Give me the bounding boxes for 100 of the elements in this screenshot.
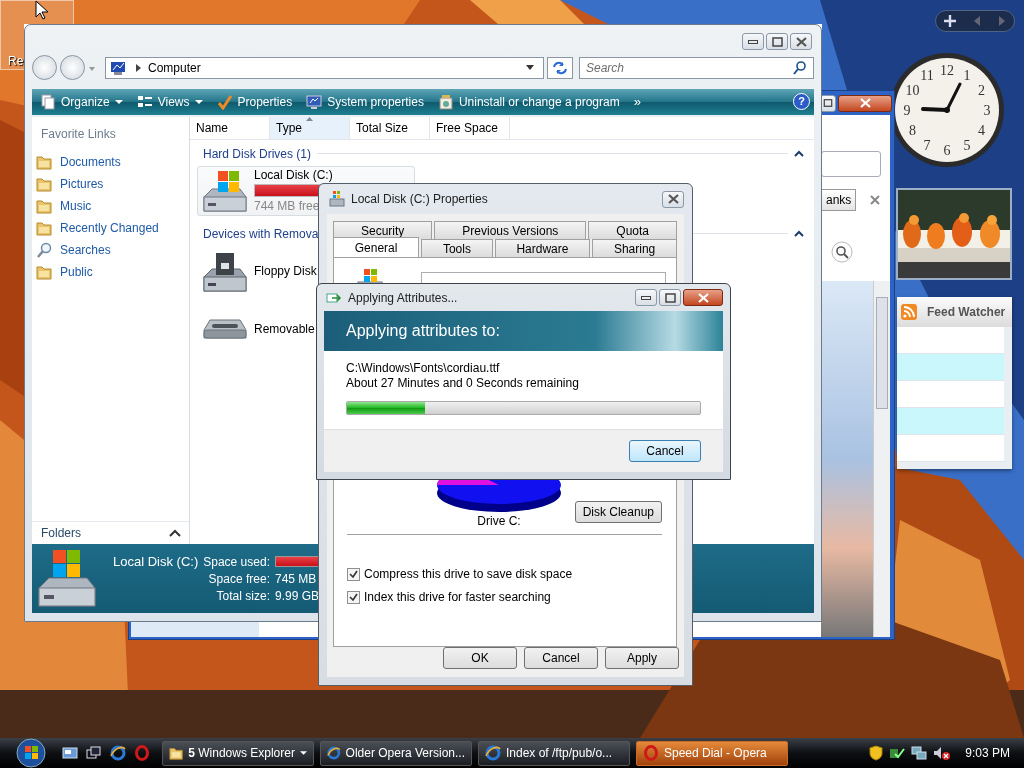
- minimize-button[interactable]: [742, 33, 764, 50]
- checkbox-label: Index this drive for faster searching: [364, 590, 551, 604]
- favorite-link[interactable]: Searches: [32, 238, 189, 261]
- box-icon: [437, 93, 454, 110]
- search-icon[interactable]: [793, 60, 807, 75]
- close-button[interactable]: [790, 33, 812, 50]
- computer-icon: [110, 59, 128, 76]
- tab[interactable]: Previous Versions: [434, 221, 587, 239]
- toolbar-button[interactable]: System properties: [302, 91, 428, 112]
- tab[interactable]: Tools: [421, 239, 493, 257]
- more-button[interactable]: »: [629, 94, 645, 110]
- check-icon: [216, 93, 233, 110]
- favorite-link[interactable]: Music: [32, 194, 189, 217]
- help-button[interactable]: ?: [793, 93, 810, 111]
- caret-icon[interactable]: [525, 63, 535, 72]
- taskbar-button[interactable]: Speed Dial - Opera: [636, 740, 788, 766]
- folder-icon: [169, 745, 184, 761]
- maximize-button[interactable]: [659, 289, 681, 306]
- hard-drive-icon: [35, 547, 99, 610]
- free-space-text: 744 MB free: [254, 199, 320, 214]
- tab[interactable]: General: [333, 237, 420, 257]
- checkbox-label: Compress this drive to save disk space: [364, 567, 573, 581]
- check-icon: [349, 592, 358, 602]
- browser-icon: [485, 745, 501, 761]
- toolbar-button[interactable]: Uninstall or change a program: [433, 91, 624, 112]
- views-icon: [136, 93, 153, 110]
- group-heading: Hard Disk Drives (1): [203, 146, 311, 161]
- close-button[interactable]: [662, 190, 684, 208]
- folder-icon: [36, 219, 52, 236]
- refresh-button[interactable]: [547, 56, 573, 79]
- dialog-button[interactable]: Cancel: [524, 647, 598, 669]
- minimize-button[interactable]: [635, 289, 657, 306]
- browser-icon[interactable]: [110, 745, 126, 761]
- drive-name: Local Disk (C:): [254, 168, 333, 183]
- pages-icon: [40, 93, 56, 110]
- drive-name: Local Disk (C:): [113, 554, 199, 570]
- sort-arrow-icon: [306, 116, 313, 121]
- tab[interactable]: Quota: [588, 221, 677, 239]
- show-desktop-icon[interactable]: [62, 745, 78, 761]
- favorite-link[interactable]: Recently Changed: [32, 216, 189, 239]
- disk-cleanup-button[interactable]: Disk Cleanup: [574, 501, 662, 523]
- clock-time: 9:03 PM: [965, 746, 1010, 760]
- toolbar-button[interactable]: Views: [132, 91, 207, 112]
- network-icon[interactable]: [911, 745, 928, 761]
- search-field[interactable]: Search: [579, 56, 814, 79]
- dialog-button[interactable]: Apply: [605, 647, 679, 669]
- monitor-icon: [306, 93, 323, 110]
- address-text: Computer: [148, 60, 202, 75]
- toolbar-button[interactable]: Properties: [212, 91, 297, 112]
- search-icon: [36, 241, 52, 258]
- chevron-icon[interactable]: [794, 230, 804, 238]
- browser-icon: [643, 745, 659, 761]
- drive-icon: [329, 191, 345, 207]
- favorite-link[interactable]: Public: [32, 260, 189, 283]
- minimize-icon: [641, 295, 651, 300]
- column-header[interactable]: Free Space: [430, 116, 510, 139]
- drive-name: Removable: [254, 321, 315, 336]
- checkbox[interactable]: [347, 590, 360, 604]
- taskbar-button[interactable]: Index of /ftp/pub/o...: [478, 740, 630, 766]
- folder-icon: [36, 197, 52, 214]
- field-value: 745 MB: [274, 572, 317, 587]
- taskbar-button[interactable]: Older Opera Version...: [320, 740, 472, 766]
- dialog-button[interactable]: OK: [443, 647, 517, 669]
- toolbar-button[interactable]: Organize: [36, 91, 127, 112]
- minimize-icon: [748, 39, 758, 44]
- favorite-link[interactable]: Pictures: [32, 172, 189, 195]
- address-field[interactable]: Computer: [105, 56, 544, 79]
- drive-name: Floppy Disk: [254, 263, 317, 278]
- maximize-button[interactable]: [766, 33, 788, 50]
- taskbar-button[interactable]: 5 Windows Explorer: [162, 740, 314, 766]
- dialog-title: Applying Attributes...: [348, 290, 459, 305]
- cancel-button[interactable]: Cancel: [629, 440, 701, 462]
- tab[interactable]: Security: [333, 221, 433, 239]
- folder-icon: [36, 153, 52, 170]
- breadcrumb-arrow-icon: [134, 62, 142, 73]
- field-label: Space free:: [208, 572, 270, 587]
- switch-windows-icon[interactable]: [86, 745, 102, 761]
- drive-label: Drive C:: [477, 514, 521, 528]
- column-header[interactable]: Type: [270, 116, 350, 139]
- column-header[interactable]: Total Size: [350, 116, 430, 139]
- volume-muted-icon[interactable]: [933, 745, 952, 761]
- tab[interactable]: Sharing: [592, 239, 677, 257]
- tab[interactable]: Hardware: [494, 239, 591, 257]
- checkbox[interactable]: [347, 567, 360, 581]
- refresh-icon: [552, 60, 568, 75]
- folder-icon: [36, 175, 52, 192]
- favorite-link[interactable]: Documents: [32, 150, 189, 173]
- close-button[interactable]: [683, 289, 723, 306]
- header-text: Applying attributes to:: [346, 322, 500, 340]
- time-remaining: About 27 Minutes and 0 Seconds remaining: [346, 376, 580, 391]
- folders-label: Folders: [41, 526, 81, 541]
- chevron-icon[interactable]: [794, 150, 804, 158]
- windows-orb-icon: [16, 738, 46, 768]
- browser-icon: [327, 745, 341, 761]
- start-button[interactable]: [14, 738, 48, 768]
- file-copy-icon: [326, 290, 342, 305]
- shield-icon[interactable]: [869, 745, 884, 761]
- removable-drive-icon: [203, 318, 247, 339]
- file-path: C:\Windows\Fonts\cordiau.ttf: [346, 361, 501, 376]
- section-heading: Favorite Links: [40, 125, 117, 141]
